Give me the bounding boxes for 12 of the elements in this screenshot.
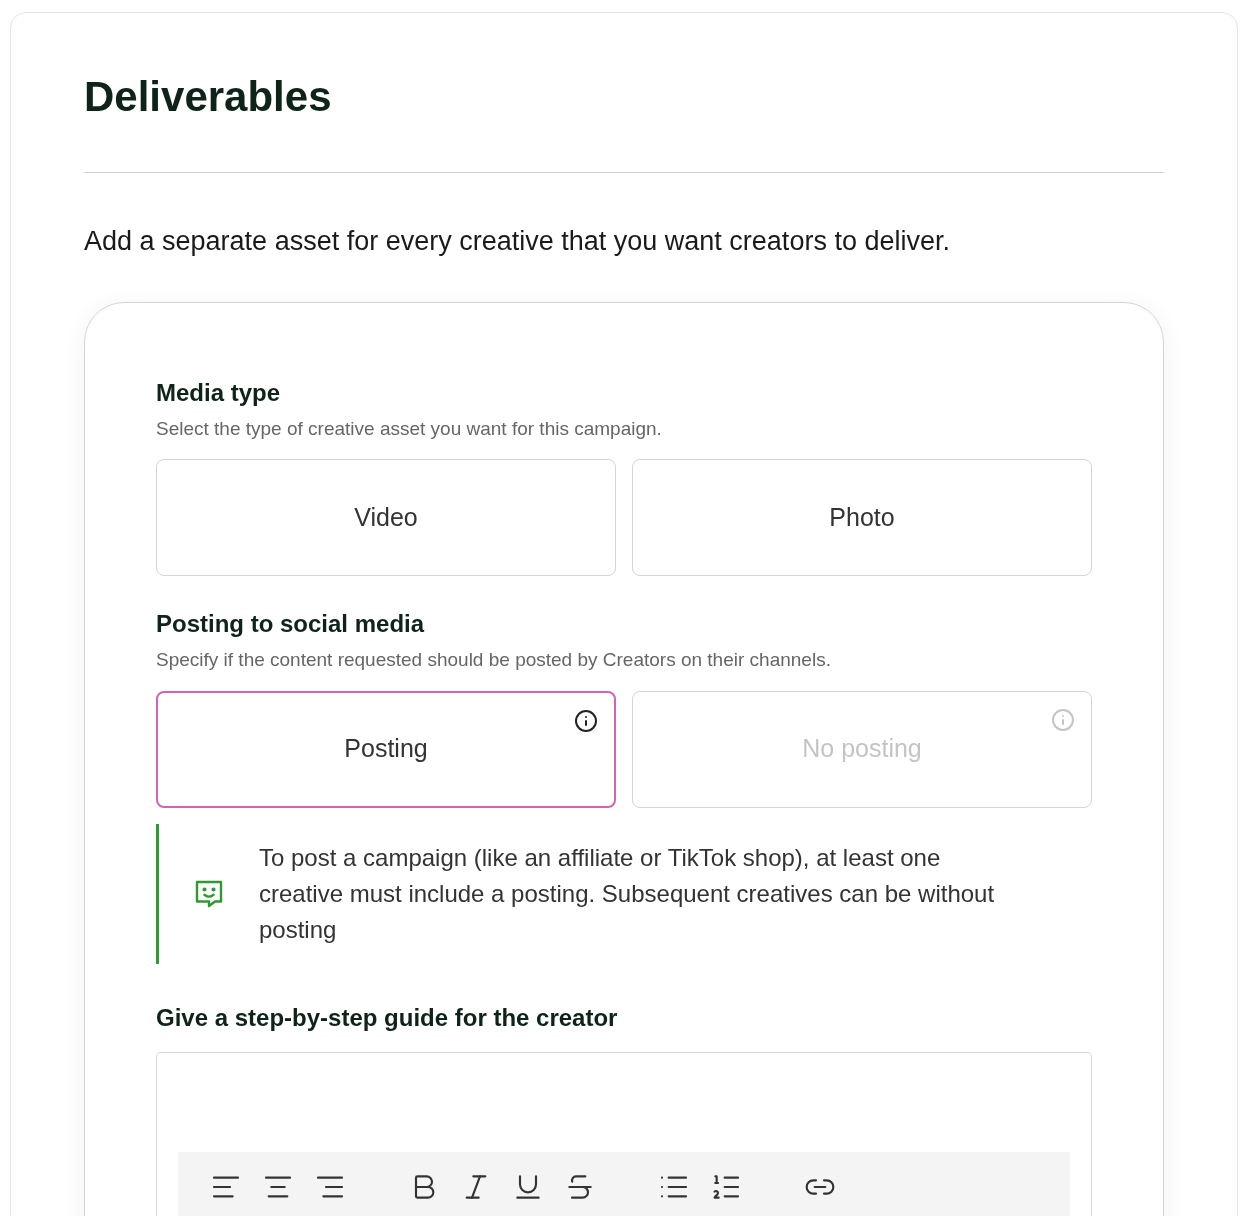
section-heading: Give a step-by-step guide for the creator <box>156 1002 619 1033</box>
page-title: Deliverables <box>84 72 333 122</box>
notice-text: To post a campaign (like an affiliate or TikTok shop), at least one creative must include a posting. Subsequent creatives can be without posting <box>259 842 996 945</box>
section-heading: Media type <box>156 377 282 408</box>
option-card[interactable]: Posting <box>156 690 616 808</box>
section-hint: Select the type of creative asset you want for this campaign. <box>156 416 663 441</box>
info-icon[interactable] <box>574 708 598 733</box>
section-heading: Posting to social media <box>156 609 426 639</box>
option-card[interactable]: Photo <box>632 459 1092 576</box>
intro-text: Add a separate asset for every creative that you want creators to deliver. <box>84 225 951 258</box>
option-card[interactable]: Video <box>156 459 616 576</box>
section-hint: Specify if the content requested should be posted by Creators on their channels. <box>156 648 832 672</box>
